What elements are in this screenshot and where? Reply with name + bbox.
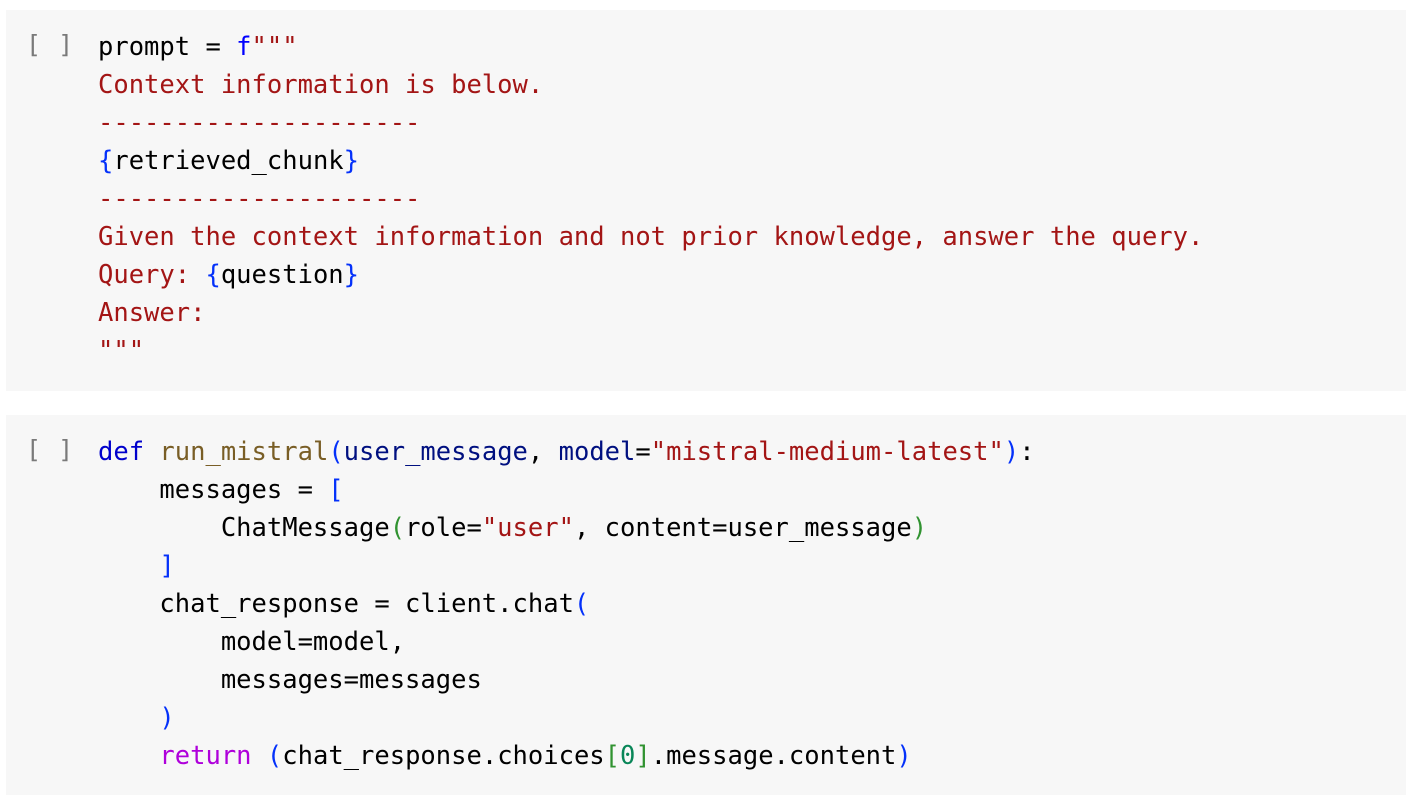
code-token: ChatMessage xyxy=(98,513,390,543)
code-line: Answer: xyxy=(98,294,1203,332)
code-token: [ xyxy=(328,475,344,505)
code-line: Context information is below. xyxy=(98,66,1203,104)
code-token: { xyxy=(205,260,221,290)
code-token: [ xyxy=(604,741,621,771)
code-line: return (chat_response.choices[0].message… xyxy=(98,737,1035,775)
code-token: --------------------- xyxy=(98,108,421,138)
code-token: def xyxy=(98,437,160,467)
code-token: prompt = xyxy=(98,32,237,62)
code-token: , xyxy=(527,437,559,467)
code-token: , content=user_message xyxy=(573,513,912,543)
code-line: ) xyxy=(98,699,1035,737)
code-line: messages=messages xyxy=(98,661,1035,699)
code-token: model=model, xyxy=(98,627,406,657)
code-token: messages = xyxy=(98,475,329,505)
code-line: ] xyxy=(98,547,1035,585)
code-token: return xyxy=(159,741,252,771)
code-line: --------------------- xyxy=(98,104,1203,142)
code-line: Given the context information and not pr… xyxy=(98,218,1203,256)
code-line: """ xyxy=(98,332,1203,370)
code-token: ] xyxy=(635,741,651,771)
code-line: model=model, xyxy=(98,623,1035,661)
code-line: messages = [ xyxy=(98,471,1035,509)
code-cell-run-mistral[interactable]: [ ] def run_mistral(user_message, model=… xyxy=(6,415,1406,795)
run-cell-button[interactable]: [ ] xyxy=(26,30,74,59)
code-token: """ xyxy=(98,336,145,366)
code-token: retrieved_chunk xyxy=(113,146,344,176)
code-token: role= xyxy=(405,513,482,543)
code-token: ) xyxy=(1003,437,1020,467)
code-editor[interactable]: def run_mistral(user_message, model="mis… xyxy=(98,433,1035,775)
code-token: .message.content xyxy=(650,741,897,771)
code-token: ( xyxy=(389,513,406,543)
code-token: ( xyxy=(266,741,283,771)
code-token: user_message xyxy=(343,437,528,467)
code-token: Query: xyxy=(98,260,206,290)
code-token: ) xyxy=(159,703,175,733)
run-cell-button[interactable]: [ ] xyxy=(26,435,74,464)
code-token: ) xyxy=(911,513,928,543)
code-token: Given the context information and not pr… xyxy=(98,222,1204,252)
code-token: = xyxy=(635,437,651,467)
code-token: messages=messages xyxy=(98,665,482,695)
code-line: Query: {question} xyxy=(98,256,1203,294)
code-line: def run_mistral(user_message, model="mis… xyxy=(98,433,1035,471)
code-token: ( xyxy=(328,437,344,467)
code-token: : xyxy=(1019,437,1035,467)
code-token: ] xyxy=(159,551,175,581)
code-token: --------------------- xyxy=(98,184,421,214)
code-token: chat_response = client.chat xyxy=(98,589,574,619)
code-cell-prompt[interactable]: [ ] prompt = f""" Context information is … xyxy=(6,10,1406,391)
code-token: ) xyxy=(896,741,912,771)
code-token: ( xyxy=(573,589,590,619)
code-line: prompt = f""" xyxy=(98,28,1203,66)
code-token: Context information is below. xyxy=(98,70,544,100)
code-token: """ xyxy=(251,32,298,62)
code-token: 0 xyxy=(620,741,636,771)
code-token: question xyxy=(220,260,344,290)
code-token: { xyxy=(98,146,114,176)
code-editor[interactable]: prompt = f""" Context information is belo… xyxy=(98,28,1203,370)
code-token: run_mistral xyxy=(159,437,329,467)
code-token: f xyxy=(236,32,252,62)
code-token: } xyxy=(343,260,360,290)
code-token: } xyxy=(343,146,360,176)
code-token: "mistral-medium-latest" xyxy=(650,437,1004,467)
code-token: model xyxy=(558,437,636,467)
code-token: Answer: xyxy=(98,298,206,328)
code-line: {retrieved_chunk} xyxy=(98,142,1203,180)
code-token: chat_response.choices xyxy=(282,741,605,771)
code-token: "user" xyxy=(481,513,574,543)
code-line: --------------------- xyxy=(98,180,1203,218)
code-line: chat_response = client.chat( xyxy=(98,585,1035,623)
code-line: ChatMessage(role="user", content=user_me… xyxy=(98,509,1035,547)
